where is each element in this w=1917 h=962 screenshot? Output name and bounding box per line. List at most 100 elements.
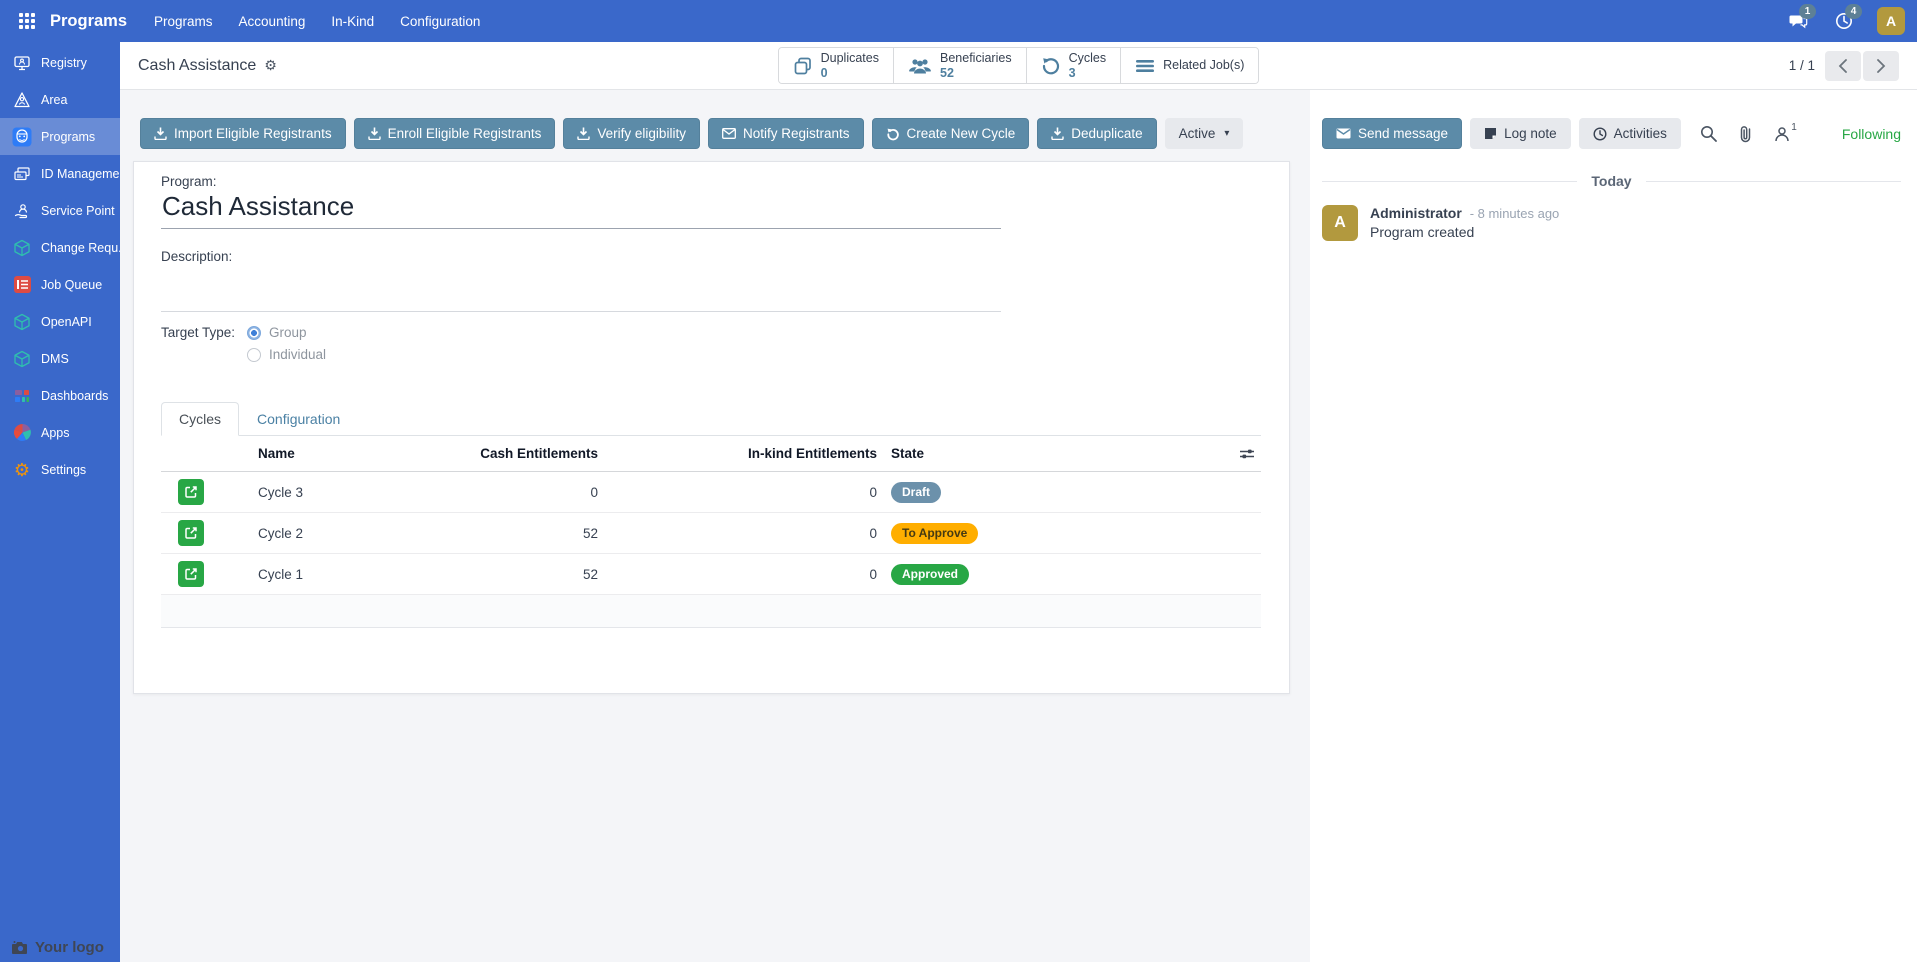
stat-button-cycles[interactable]: Cycles 3 xyxy=(1026,48,1122,83)
message-avatar[interactable]: A xyxy=(1322,205,1358,241)
pager-next-button[interactable] xyxy=(1863,50,1900,81)
log-note-button[interactable]: Log note xyxy=(1470,118,1571,149)
duplicates-icon xyxy=(794,57,811,74)
column-header-inkind-entitlements[interactable]: In-kind Entitlements xyxy=(598,446,877,461)
chatter-toolbar: Send message Log note Activities 1 Follo… xyxy=(1310,118,1917,149)
inkind-entitlements-value: 0 xyxy=(869,566,877,582)
target-type-option-individual[interactable]: Individual xyxy=(247,347,326,362)
app-brand[interactable]: Programs xyxy=(50,12,127,31)
activity-clock-icon xyxy=(1593,126,1607,141)
sidebar-item-apps[interactable]: Apps xyxy=(0,414,120,451)
sidebar-item-id-management[interactable]: ID Management xyxy=(0,155,120,192)
create-new-cycle-button[interactable]: Create New Cycle xyxy=(871,118,1030,149)
action-gear-icon[interactable]: ⚙ xyxy=(264,57,277,74)
tab-cycles[interactable]: Cycles xyxy=(161,402,240,437)
nav-item-accounting[interactable]: Accounting xyxy=(226,0,319,42)
pager-previous-button[interactable] xyxy=(1825,50,1862,81)
sidebar-item-openapi[interactable]: OpenAPI xyxy=(0,303,120,340)
nav-item-configuration[interactable]: Configuration xyxy=(387,0,493,42)
target-type-label: Target Type: xyxy=(161,325,236,341)
external-link-icon xyxy=(185,568,197,580)
sidebar-item-registry[interactable]: Registry xyxy=(0,44,120,81)
sidebar-item-service-point[interactable]: Service Point xyxy=(0,192,120,229)
notebook-tabs: Cycles Configuration xyxy=(161,402,1261,437)
sidebar-item-programs[interactable]: Programs xyxy=(0,118,120,155)
stat-button-beneficiaries[interactable]: Beneficiaries 52 xyxy=(894,48,1027,83)
sidebar-item-area[interactable]: Area xyxy=(0,81,120,118)
messages-badge: 1 xyxy=(1799,4,1816,19)
nav-item-in-kind[interactable]: In-Kind xyxy=(318,0,387,42)
company-logo[interactable]: Your logo xyxy=(12,939,104,956)
open-record-button[interactable] xyxy=(178,479,204,506)
radio-unselected-icon[interactable] xyxy=(247,347,261,362)
notify-registrants-button[interactable]: Notify Registrants xyxy=(707,118,864,149)
empty-table-row xyxy=(161,595,1261,629)
chevron-right-icon xyxy=(1877,58,1886,73)
column-header-state[interactable]: State xyxy=(877,446,1077,461)
sidebar-item-dashboards[interactable]: Dashboards xyxy=(0,377,120,414)
day-divider-label: Today xyxy=(1591,173,1632,189)
programs-icon xyxy=(11,126,33,148)
chevron-left-icon xyxy=(1838,58,1847,73)
control-panel: Cash Assistance ⚙ Duplicates 0 Beneficia… xyxy=(120,42,1917,90)
optional-columns-icon[interactable] xyxy=(1239,447,1255,461)
table-row[interactable]: Cycle 3 0 0 Draft xyxy=(161,472,1261,514)
stat-button-related-jobs[interactable]: Related Job(s) xyxy=(1121,48,1259,83)
messages-menu-button[interactable]: 1 xyxy=(1785,4,1816,34)
verify-eligibility-button[interactable]: Verify eligibility xyxy=(563,118,700,149)
dashboards-icon xyxy=(11,385,33,407)
breadcrumb[interactable]: Cash Assistance xyxy=(138,57,256,75)
sidebar-item-change-request[interactable]: Change Requ... xyxy=(0,229,120,266)
apps-grid-icon xyxy=(19,13,35,29)
followers-icon[interactable]: 1 xyxy=(1774,122,1797,142)
tab-configuration[interactable]: Configuration xyxy=(239,402,358,436)
attachments-icon[interactable] xyxy=(1739,125,1752,143)
cash-entitlements-value: 0 xyxy=(590,484,598,500)
message-author[interactable]: Administrator xyxy=(1370,205,1462,221)
deduplicate-button[interactable]: Deduplicate xyxy=(1037,118,1157,149)
cycles-refresh-icon xyxy=(1042,57,1059,74)
chatter-panel: Send message Log note Activities 1 Follo… xyxy=(1310,90,1917,962)
apps-menu-button[interactable] xyxy=(10,4,44,38)
following-toggle[interactable]: Following xyxy=(1842,126,1901,142)
send-message-button[interactable]: Send message xyxy=(1322,118,1463,149)
search-messages-icon[interactable] xyxy=(1700,125,1718,142)
stat-button-duplicates[interactable]: Duplicates 0 xyxy=(778,48,894,83)
import-registrants-button[interactable]: Import Eligible Registrants xyxy=(140,118,346,149)
target-type-option-group[interactable]: Group xyxy=(247,325,326,340)
activities-menu-button[interactable]: 4 xyxy=(1831,4,1862,34)
column-header-name[interactable]: Name xyxy=(258,446,438,461)
download-icon xyxy=(1051,127,1064,140)
sidebar-item-job-queue[interactable]: Job Queue xyxy=(0,266,120,303)
table-row[interactable]: Cycle 2 52 0 To Approve xyxy=(161,513,1261,555)
table-row[interactable]: Cycle 1 52 0 Approved xyxy=(161,554,1261,596)
external-link-icon xyxy=(185,486,197,498)
state-badge: Approved xyxy=(891,563,970,585)
inkind-entitlements-value: 0 xyxy=(869,525,877,541)
top-navbar: Programs Programs Accounting In-Kind Con… xyxy=(0,0,1917,42)
program-label: Program: xyxy=(161,174,217,189)
status-dropdown[interactable]: Active ▾ xyxy=(1164,118,1244,149)
program-name-input[interactable]: Cash Assistance xyxy=(161,189,1001,230)
activities-button[interactable]: Activities xyxy=(1578,118,1681,149)
open-record-button[interactable] xyxy=(178,561,204,588)
enroll-registrants-button[interactable]: Enroll Eligible Registrants xyxy=(353,118,556,149)
nav-item-programs[interactable]: Programs xyxy=(141,0,226,42)
apps-pie-icon xyxy=(11,422,33,444)
column-header-cash-entitlements[interactable]: Cash Entitlements xyxy=(438,446,598,461)
open-record-button[interactable] xyxy=(178,520,204,547)
radio-selected-icon[interactable] xyxy=(247,325,261,340)
sidebar-item-settings[interactable]: ⚙ Settings xyxy=(0,451,120,488)
cube-icon xyxy=(11,237,33,259)
stat-button-group: Duplicates 0 Beneficiaries 52 Cycles 3 R… xyxy=(777,47,1260,84)
activities-badge: 4 xyxy=(1845,4,1862,19)
sidebar-item-dms[interactable]: DMS xyxy=(0,340,120,377)
user-avatar[interactable]: A xyxy=(1877,7,1905,35)
external-link-icon xyxy=(185,527,197,539)
registry-icon xyxy=(11,52,33,74)
envelope-icon xyxy=(722,128,736,139)
id-cards-icon xyxy=(11,163,33,185)
cycle-name: Cycle 3 xyxy=(258,484,304,500)
description-input[interactable] xyxy=(161,264,1001,313)
cycle-name: Cycle 1 xyxy=(258,566,304,582)
